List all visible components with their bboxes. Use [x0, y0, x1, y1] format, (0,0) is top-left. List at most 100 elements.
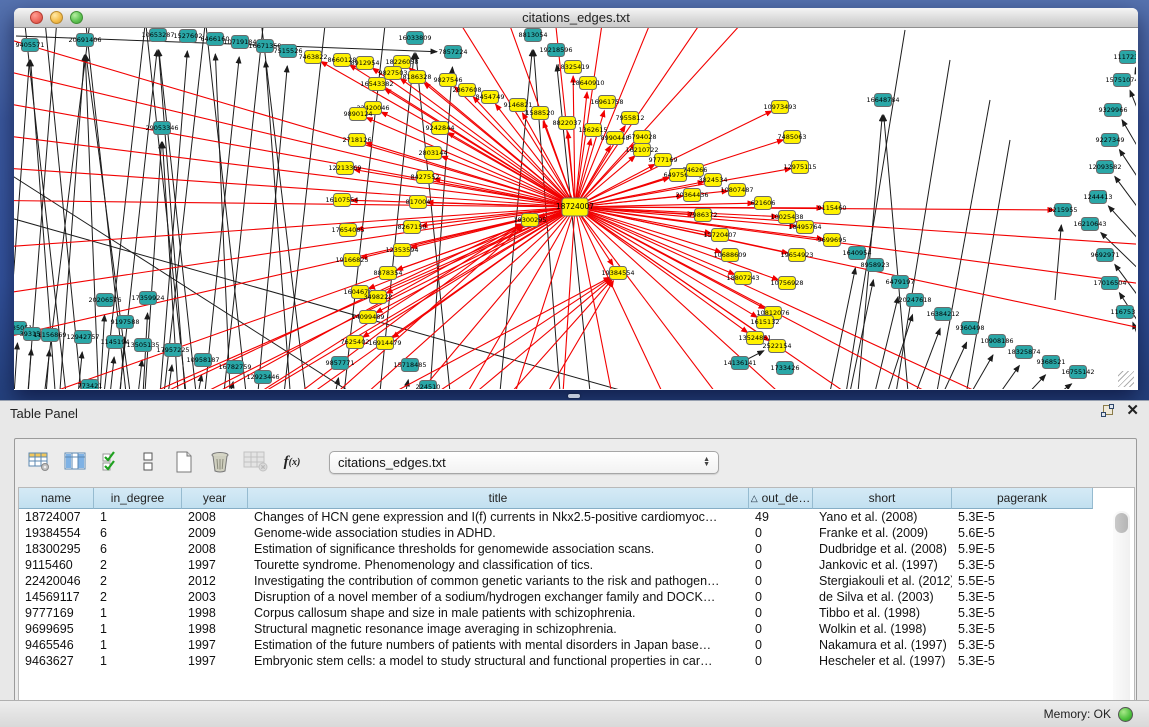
table-row[interactable]: 1830029562008Estimation of significance …: [19, 541, 1134, 557]
table-row[interactable]: 1938455462009Genome-wide association stu…: [19, 525, 1134, 541]
graph-node[interactable]: 12093582: [1088, 161, 1121, 174]
close-window-button[interactable]: [30, 11, 43, 24]
delete-column-icon[interactable]: [207, 450, 233, 474]
graph-node[interactable]: 9857771: [326, 357, 355, 370]
network-canvas-svg[interactable]: 9405571206914061065328715276026466160107…: [14, 28, 1136, 389]
graph-node[interactable]: 1588520: [526, 107, 555, 120]
splitter-grip[interactable]: [568, 394, 580, 398]
graph-node[interactable]: 16384212: [926, 308, 959, 321]
graph-node[interactable]: 1640954: [843, 247, 872, 260]
graph-node[interactable]: 9197588: [111, 316, 140, 329]
graph-node[interactable]: 15718485: [393, 359, 426, 372]
graph-node[interactable]: 17654085: [331, 224, 364, 237]
minimize-window-button[interactable]: [50, 11, 63, 24]
graph-node[interactable]: 9227349: [1096, 134, 1125, 147]
graph-node[interactable]: 9777169: [649, 154, 678, 167]
graph-node[interactable]: 7857224: [439, 46, 468, 59]
graph-node[interactable]: 9405571: [16, 39, 45, 52]
graph-node[interactable]: 20364436: [675, 189, 708, 202]
table-row[interactable]: 911546021997Tourette syndrome. Phenomeno…: [19, 557, 1134, 573]
graph-node[interactable]: 8186328: [403, 71, 432, 84]
graph-node[interactable]: 10688609: [713, 249, 746, 262]
graph-node[interactable]: 8454749: [476, 91, 505, 104]
graph-node[interactable]: 2718126: [343, 134, 372, 147]
graph-node[interactable]: 6479197: [886, 276, 915, 289]
table-row[interactable]: 946554611997Estimation of the future num…: [19, 637, 1134, 653]
graph-node[interactable]: 15751074: [1105, 74, 1136, 87]
new-column-icon[interactable]: [171, 450, 197, 474]
graph-node[interactable]: 1117234: [1114, 51, 1136, 64]
graph-node[interactable]: 3498222: [364, 291, 393, 304]
column-header-out-degree[interactable]: △out_de…: [749, 488, 813, 509]
graph-node[interactable]: 17016504: [1093, 277, 1126, 290]
network-canvas[interactable]: 9405571206914061065328715276026466160107…: [14, 28, 1136, 389]
graph-node[interactable]: 19384554: [601, 267, 634, 280]
graph-node[interactable]: 9827546: [434, 74, 463, 87]
graph-node[interactable]: 1733426: [771, 362, 800, 375]
graph-node[interactable]: 8215955: [1049, 204, 1078, 217]
graph-node[interactable]: 10973493: [763, 101, 796, 114]
graph-node[interactable]: 9242844: [426, 122, 455, 135]
graph-node[interactable]: 13505135: [126, 339, 159, 352]
table-vertical-scrollbar[interactable]: [1113, 511, 1130, 727]
graph-node[interactable]: 16648784: [866, 94, 899, 107]
graph-node[interactable]: 18325419: [556, 61, 589, 74]
graph-node[interactable]: 773421: [78, 380, 103, 390]
zoom-window-button[interactable]: [70, 11, 83, 24]
show-columns-icon[interactable]: [63, 450, 89, 474]
graph-node[interactable]: 2803144: [419, 147, 448, 160]
graph-node[interactable]: 16543382: [360, 78, 393, 91]
graph-node[interactable]: 19218596: [539, 44, 572, 57]
graph-node[interactable]: 20247618: [898, 294, 931, 307]
graph-node[interactable]: 7955812: [616, 112, 645, 125]
graph-node[interactable]: 9368521: [1037, 356, 1066, 369]
column-header-year[interactable]: year: [182, 488, 248, 509]
graph-node[interactable]: 16210722: [625, 144, 658, 157]
graph-node[interactable]: 8990448: [601, 132, 630, 145]
graph-node[interactable]: 2522154: [763, 340, 792, 353]
graph-node[interactable]: 12942757: [66, 331, 99, 344]
table-row[interactable]: 969969511998Structural magnetic resonanc…: [19, 621, 1134, 637]
network-window-titlebar[interactable]: citations_edges.txt: [14, 8, 1138, 28]
graph-node[interactable]: 17957225: [156, 344, 189, 357]
table-select-dropdown[interactable]: citations_edges.txt ▲▼: [329, 451, 719, 474]
graph-node[interactable]: 8878354: [374, 267, 403, 280]
graph-node[interactable]: 14099489: [351, 311, 384, 324]
graph-node[interactable]: 10653287: [141, 29, 174, 42]
select-all-icon[interactable]: [99, 450, 125, 474]
graph-node[interactable]: 16914479: [368, 337, 401, 350]
graph-node[interactable]: 10958187: [186, 354, 219, 367]
graph-node[interactable]: 8822037: [553, 117, 582, 130]
column-header-name[interactable]: name: [19, 488, 94, 509]
graph-node[interactable]: 7463822: [299, 51, 328, 64]
column-header-pagerank[interactable]: pagerank: [952, 488, 1093, 509]
graph-node[interactable]: 8267150: [398, 221, 427, 234]
graph-node[interactable]: 12213369: [328, 162, 361, 175]
float-window-icon[interactable]: [1101, 405, 1114, 418]
memory-ok-indicator[interactable]: [1118, 707, 1133, 722]
graph-node[interactable]: 7625402: [341, 336, 370, 349]
function-builder-icon[interactable]: f(x): [279, 450, 305, 474]
delete-table-icon[interactable]: [243, 450, 269, 474]
column-header-short[interactable]: short: [813, 488, 952, 509]
graph-node[interactable]: 12975115: [783, 161, 816, 174]
graph-node[interactable]: 18495764: [788, 221, 821, 234]
graph-node[interactable]: 6794028: [628, 131, 657, 144]
table-row[interactable]: 946362711997Embryonic stem cells: a mode…: [19, 653, 1134, 669]
graph-node[interactable]: 16961758: [590, 96, 623, 109]
graph-node[interactable]: 18325874: [1007, 346, 1040, 359]
graph-node[interactable]: 29053346: [145, 122, 178, 135]
graph-node[interactable]: 9699695: [818, 234, 847, 247]
graph-node[interactable]: 19654923: [780, 249, 813, 262]
graph-node[interactable]: 817004: [406, 196, 431, 209]
graph-node[interactable]: 746266: [683, 164, 708, 177]
graph-node[interactable]: 9360498: [956, 322, 985, 335]
graph-node[interactable]: 224510: [416, 381, 441, 390]
graph-node[interactable]: 9329966: [1099, 104, 1128, 117]
graph-node[interactable]: 1527602: [174, 30, 203, 43]
table-row[interactable]: 1872400712008Changes of HCN gene express…: [19, 509, 1134, 525]
graph-node[interactable]: 10807487: [720, 184, 753, 197]
table-row[interactable]: 2242004622012Investigating the contribut…: [19, 573, 1134, 589]
graph-node[interactable]: 1615132: [751, 316, 780, 329]
graph-node[interactable]: 9115460: [818, 202, 847, 215]
